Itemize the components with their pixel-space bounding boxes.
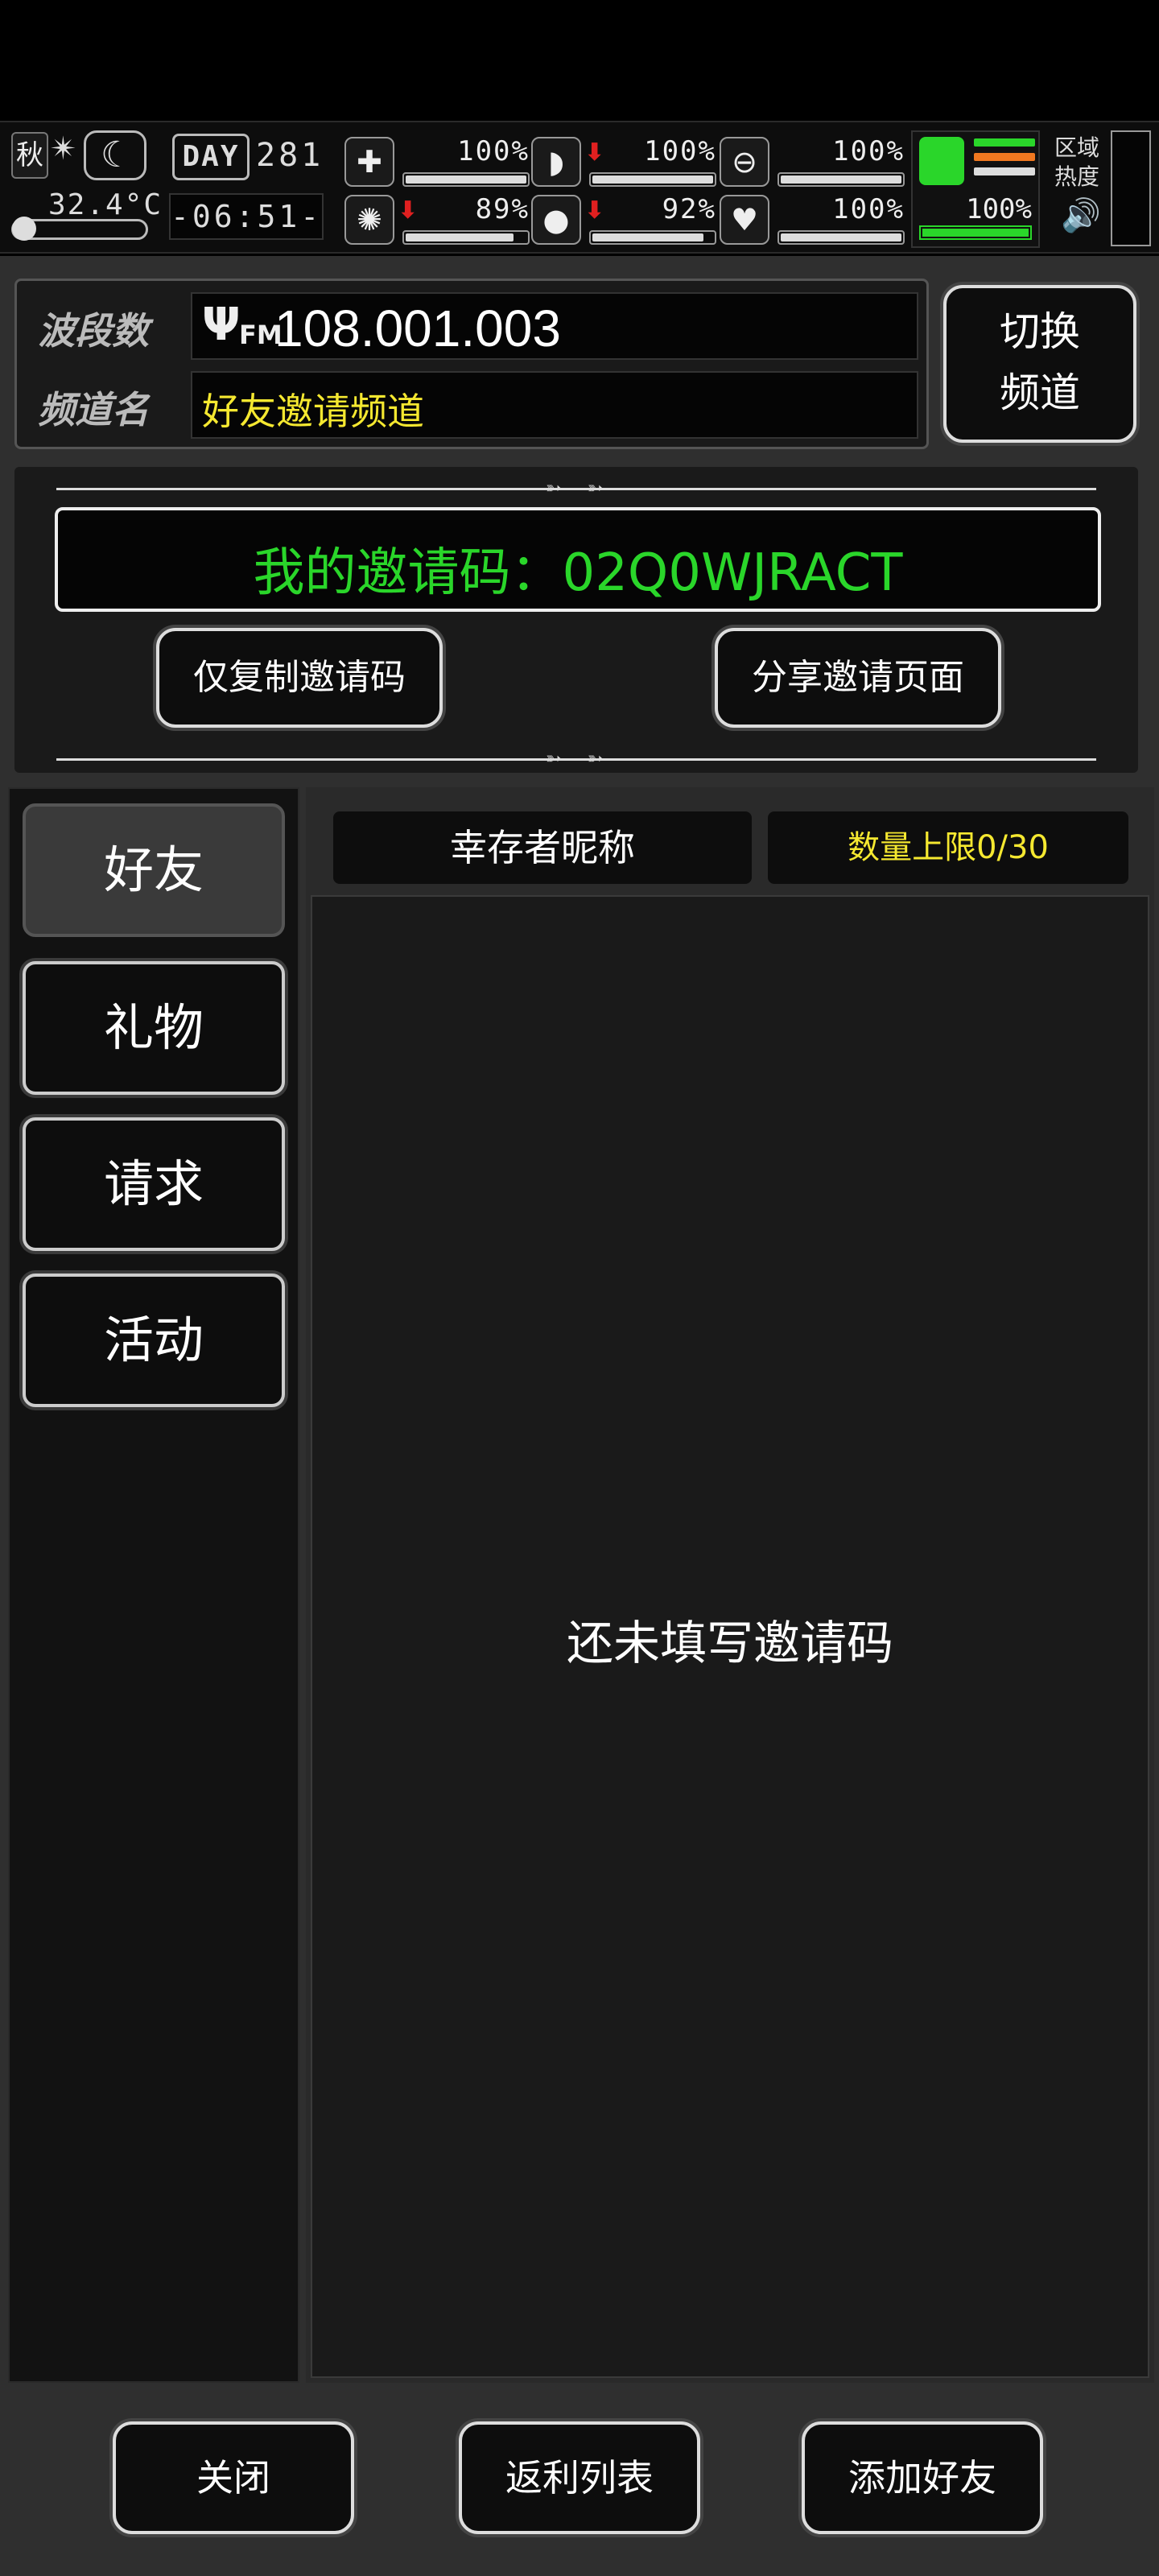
stat-bar-fill (781, 233, 901, 242)
thermometer-icon (11, 217, 148, 241)
tab-friends[interactable]: 好友 (23, 803, 285, 937)
radio-panel: 波段数 Ψ FM 108.001.003 频道名 好友邀请频道 切换 频道 ➳ … (0, 256, 1159, 2576)
tab-column: 好友 礼物 请求 活动 (8, 787, 299, 2383)
channel-field: 好友邀请频道 (191, 371, 918, 439)
stat-bladder: ⊖ 100% (720, 134, 905, 190)
stat-bar-fill (592, 233, 703, 242)
stat-bar (402, 172, 530, 187)
clock-readout: -06:51- (169, 193, 324, 240)
region-heat-label: 区域 热度 (1053, 134, 1101, 192)
water-drop-icon: ● (531, 195, 581, 245)
copy-code-button[interactable]: 仅复制邀请码 (156, 628, 443, 728)
energy-lines (974, 138, 1035, 182)
boot-icon (919, 137, 964, 185)
season-badge: 秋 (11, 132, 48, 179)
stat-value: 100% (832, 193, 905, 225)
tab-events[interactable]: 活动 (23, 1274, 285, 1407)
add-friend-button[interactable]: 添加好友 (802, 2421, 1043, 2534)
tab-gifts[interactable]: 礼物 (23, 961, 285, 1095)
stat-medkit: ✚ 100% (344, 134, 530, 190)
stat-bar (777, 230, 905, 245)
stat-value: 100% (832, 135, 905, 167)
stomach-icon: ◗ (531, 137, 581, 187)
header-count-limit: 数量上限0/30 (768, 811, 1128, 884)
tab-requests[interactable]: 请求 (23, 1117, 285, 1251)
stat-bar-fill (592, 175, 713, 184)
stat-value: 100% (644, 135, 716, 167)
bladder-icon: ⊖ (720, 137, 769, 187)
empty-message: 还未填写邀请码 (566, 1616, 893, 1670)
stat-stomach: ◗ ⬇ 100% (531, 134, 716, 190)
decrease-arrow-icon: ⬇ (398, 196, 419, 225)
switch-label-2: 频道 (1000, 369, 1080, 416)
switch-channel-button[interactable]: 切换 频道 (943, 285, 1136, 443)
frequency-box: 波段数 Ψ FM 108.001.003 频道名 好友邀请频道 (14, 279, 929, 449)
brain-icon: ✺ (344, 195, 394, 245)
energy-panel: 100% (911, 130, 1040, 248)
weather-icon: ✴ (50, 130, 77, 167)
band-field: Ψ FM 108.001.003 (191, 292, 918, 360)
stat-bar-fill (406, 233, 514, 242)
bottom-divider-arrows: ➳ ➳ (546, 747, 613, 770)
day-badge: DAY (172, 134, 250, 180)
rebate-list-button[interactable]: 返利列表 (459, 2421, 700, 2534)
moon-icon: ☾ (84, 130, 146, 180)
stat-bar (402, 230, 530, 245)
invite-code-text: 我的邀请码：02Q0WJRACT (253, 543, 903, 603)
stat-bar (589, 230, 716, 245)
friend-list-area: 幸存者昵称 数量上限0/30 还未填写邀请码 (306, 787, 1154, 2383)
heart-icon: ♥ (720, 195, 769, 245)
speaker-icon[interactable]: 🔊 (1061, 196, 1101, 234)
header-survivor-name: 幸存者昵称 (333, 811, 752, 884)
stat-value: 89% (475, 193, 530, 225)
region-label: 区域 (1054, 134, 1099, 161)
invite-code-panel: ➳ ➳ 我的邀请码：02Q0WJRACT 仅复制邀请码 分享邀请页面 ➳ ➳ (14, 467, 1138, 773)
invite-code-frame: 我的邀请码：02Q0WJRACT (55, 507, 1101, 612)
stat-heart: ♥ 100% (720, 192, 905, 248)
energy-bar (919, 225, 1032, 240)
region-heat-meter (1111, 130, 1151, 246)
stat-bar (777, 172, 905, 187)
stat-bar-fill (406, 175, 526, 184)
channel-label: 频道名 (38, 388, 149, 431)
medkit-icon: ✚ (344, 137, 394, 187)
stat-bar-fill (781, 175, 901, 184)
day-number: 281 (256, 137, 324, 174)
close-button[interactable]: 关闭 (113, 2421, 354, 2534)
decrease-arrow-icon: ⬇ (584, 196, 605, 225)
band-value: 108.001.003 (274, 299, 561, 357)
heat-label: 热度 (1054, 163, 1099, 190)
status-bar: 秋 ✴ ☾ 32.4°C DAY 281 -06:51- 100% 区域 热度 … (0, 121, 1159, 254)
temperature-readout: 32.4°C (48, 188, 163, 221)
band-label: 波段数 (38, 309, 149, 353)
stat-value: 92% (662, 193, 716, 225)
antenna-icon: Ψ (202, 299, 241, 351)
stat-value: 100% (457, 135, 530, 167)
decrease-arrow-icon: ⬇ (584, 138, 605, 167)
stat-bar (589, 172, 716, 187)
stat-brain: ✺ ⬇ 89% (344, 192, 530, 248)
energy-value: 100% (966, 193, 1032, 225)
switch-label-1: 切换 (1000, 308, 1080, 355)
share-invite-button[interactable]: 分享邀请页面 (715, 628, 1001, 728)
channel-value: 好友邀请频道 (202, 390, 424, 433)
top-divider-arrows: ➳ ➳ (546, 477, 613, 499)
friend-list[interactable]: 还未填写邀请码 (311, 895, 1149, 2378)
stat-water-drop: ● ⬇ 92% (531, 192, 716, 248)
